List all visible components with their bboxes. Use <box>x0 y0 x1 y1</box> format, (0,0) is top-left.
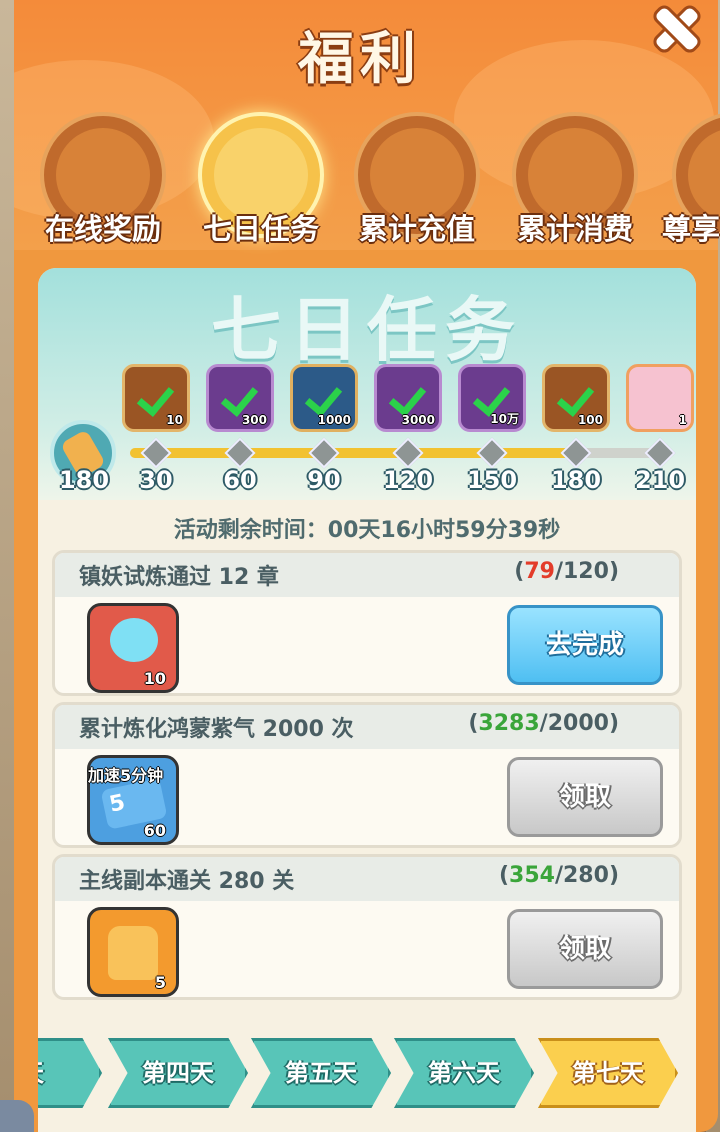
milestone-reward-3[interactable]: 1000 <box>290 364 358 432</box>
task-row: 镇妖试炼通过 12 章 (79/120) 10 去完成 <box>52 550 682 696</box>
tab-cumulative-recharge[interactable]: 累计充值 <box>342 108 492 253</box>
tab-label: 累计充值 <box>358 212 475 246</box>
task-progress: (3283/2000) <box>468 711 619 736</box>
tab-label: 尊享 <box>662 212 720 246</box>
tab-label: 七日任务 <box>202 212 319 246</box>
progress-current: 354 <box>509 863 555 888</box>
milestone-reward-4[interactable]: 3000 <box>374 364 442 432</box>
tab-vip[interactable]: 尊享 <box>660 108 720 253</box>
task-progress: (79/120) <box>514 559 619 584</box>
page-title: 福利 <box>298 27 422 92</box>
milestone-label: 210 <box>634 466 686 494</box>
seven-day-card: 七日任务 10 300 1000 3000 10万 100 1 180 30 6… <box>38 268 696 1132</box>
reward-count: 1000 <box>317 413 351 427</box>
milestone-label: 150 <box>466 466 518 494</box>
check-icon <box>393 381 425 403</box>
claim-button[interactable]: 领取 <box>507 757 663 837</box>
milestone-label: 90 <box>307 466 341 494</box>
progress-target: 120 <box>563 559 609 584</box>
talisman-icon[interactable]: 5 <box>87 907 179 997</box>
day-tab-4[interactable]: 第四天 <box>108 1038 248 1108</box>
check-icon <box>225 381 257 403</box>
milestone-node <box>140 437 172 469</box>
task-name: 主线副本通关 280 关 <box>79 869 295 894</box>
milestone-label: 60 <box>223 466 257 494</box>
reward-count: 10 <box>143 669 166 688</box>
milestone-node <box>224 437 256 469</box>
category-tabs: 在线奖励 七日任务 累计充值 累计消费 尊享 <box>0 108 720 253</box>
task-row: 累计炼化鸿蒙紫气 2000 次 (3283/2000) 5 加速5分钟 60 领… <box>52 702 682 848</box>
task-banner: 七日任务 10 300 1000 3000 10万 100 1 180 30 6… <box>38 268 696 500</box>
milestone-label: 30 <box>139 466 173 494</box>
reward-count: 60 <box>143 821 166 840</box>
progress-fill <box>130 448 579 458</box>
milestone-node <box>560 437 592 469</box>
check-icon <box>477 381 509 403</box>
task-name: 累计炼化鸿蒙紫气 2000 次 <box>79 717 354 742</box>
task-row: 主线副本通关 280 关 (354/280) 5 领取 <box>52 854 682 1000</box>
milestone-reward-1[interactable]: 10 <box>122 364 190 432</box>
go-complete-button[interactable]: 去完成 <box>507 605 663 685</box>
task-progress: (354/280) <box>498 863 619 888</box>
day-tab-5[interactable]: 第五天 <box>251 1038 391 1108</box>
progress-current: 79 <box>524 559 555 584</box>
milestone-node <box>392 437 424 469</box>
gem-shape <box>110 618 158 662</box>
tab-cumulative-spend[interactable]: 累计消费 <box>500 108 650 253</box>
check-icon <box>561 381 593 403</box>
reward-count: 300 <box>241 413 267 427</box>
milestone-node <box>476 437 508 469</box>
reward-count: 10 <box>166 413 183 427</box>
reward-count: 5 <box>154 973 166 992</box>
tab-label: 在线奖励 <box>44 212 161 246</box>
remaining-time: 活动剩余时间：00天16小时59分39秒 <box>173 518 561 543</box>
milestone-node <box>308 437 340 469</box>
talisman-shape <box>108 926 158 980</box>
reward-tag: 加速5分钟 <box>88 766 164 785</box>
milestone-label: 120 <box>382 466 434 494</box>
tab-online-reward[interactable]: 在线奖励 <box>28 108 178 253</box>
check-icon <box>141 381 173 403</box>
tab-label: 累计消费 <box>516 212 633 246</box>
milestone-reward-7[interactable]: 1 <box>626 364 694 432</box>
current-points: 180 <box>58 466 110 494</box>
reward-count: 1 <box>678 413 687 427</box>
reward-count: 10万 <box>490 412 519 426</box>
reward-count: 3000 <box>401 413 435 427</box>
blue-gem-chest-icon[interactable]: 10 <box>87 603 179 693</box>
milestone-reward-2[interactable]: 300 <box>206 364 274 432</box>
milestone-node <box>644 437 676 469</box>
progress-target: 280 <box>563 863 609 888</box>
day-tab-6[interactable]: 第六天 <box>394 1038 534 1108</box>
speedup-ticket-icon[interactable]: 5 加速5分钟 60 <box>87 755 179 845</box>
progress-target: 2000 <box>547 711 609 736</box>
progress-current: 3283 <box>478 711 540 736</box>
close-icon[interactable] <box>650 2 702 54</box>
banner-title: 七日任务 <box>211 289 523 371</box>
milestone-label: 180 <box>550 466 602 494</box>
milestone-reward-6[interactable]: 100 <box>542 364 610 432</box>
milestone-reward-5[interactable]: 10万 <box>458 364 526 432</box>
tab-seven-day-task[interactable]: 七日任务 <box>186 108 336 253</box>
claim-button[interactable]: 领取 <box>507 909 663 989</box>
task-name: 镇妖试炼通过 12 章 <box>79 565 279 590</box>
check-icon <box>309 381 341 403</box>
side-expand-icon[interactable] <box>0 1100 34 1132</box>
reward-count: 100 <box>577 413 603 427</box>
day-tab-3[interactable]: 天 <box>38 1038 102 1108</box>
day-tabs: 天 第四天 第五天 第六天 第七天 <box>38 1038 696 1110</box>
day-tab-7[interactable]: 第七天 <box>538 1038 678 1108</box>
ticket-number: 5 <box>107 790 128 818</box>
